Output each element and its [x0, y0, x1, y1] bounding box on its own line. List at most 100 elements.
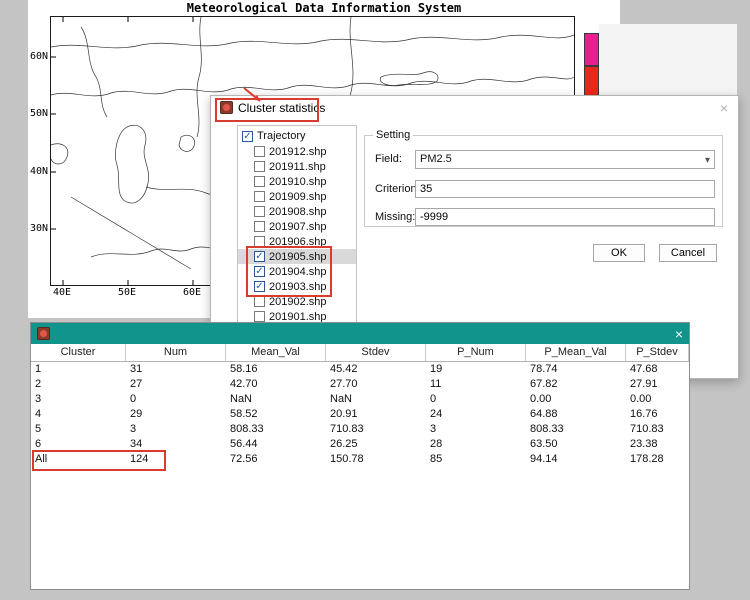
app-icon [220, 101, 233, 114]
ok-button[interactable]: OK [593, 244, 645, 262]
trajectory-root-item[interactable]: ✓ Trajectory [238, 128, 356, 144]
file-checkbox[interactable] [254, 176, 265, 187]
table-cell: 47.68 [626, 362, 689, 377]
table-row[interactable]: 42958.5220.912464.8816.76 [31, 407, 689, 422]
column-header[interactable]: P_Stdev [626, 344, 689, 361]
file-checkbox[interactable] [254, 311, 265, 322]
close-icon[interactable]: × [720, 100, 728, 116]
table-cell: 29 [126, 407, 226, 422]
table-cell: All [31, 452, 126, 467]
colorbar-legend: 5142 [584, 33, 599, 99]
table-cell: 63.50 [526, 437, 626, 452]
table-cell: NaN [326, 392, 426, 407]
table-cell: 67.82 [526, 377, 626, 392]
table-row[interactable]: 30NaNNaN00.000.00 [31, 392, 689, 407]
file-name: 201911.shp [269, 161, 326, 173]
file-checkbox[interactable] [254, 191, 265, 202]
table-cell: 20.91 [326, 407, 426, 422]
statistics-table-window: × ClusterNumMean_ValStdevP_NumP_Mean_Val… [30, 322, 690, 590]
table-row[interactable]: 53808.33710.833808.33710.83 [31, 422, 689, 437]
missing-label: Missing: [375, 211, 415, 223]
file-name: 201903.shp [269, 281, 327, 293]
file-item[interactable]: ✓201904.shp [238, 264, 356, 279]
x-axis-label: 50E [117, 287, 137, 298]
table-cell: 3 [126, 422, 226, 437]
file-name: 201907.shp [269, 221, 327, 233]
table-header-row: ClusterNumMean_ValStdevP_NumP_Mean_ValP_… [31, 344, 689, 362]
file-checkbox[interactable] [254, 161, 265, 172]
field-value: PM2.5 [420, 153, 452, 165]
column-header[interactable]: Cluster [31, 344, 126, 361]
table-cell: 0 [426, 392, 526, 407]
column-header[interactable]: Mean_Val [226, 344, 326, 361]
column-header[interactable]: Num [126, 344, 226, 361]
y-axis-label: 60N [28, 51, 48, 62]
table-cell: 6 [31, 437, 126, 452]
field-dropdown[interactable]: PM2.5 ▾ [415, 150, 715, 169]
annotation-arrow [241, 86, 267, 106]
file-checkbox[interactable] [254, 236, 265, 247]
x-axis-label: 60E [182, 287, 202, 298]
table-cell: 28 [426, 437, 526, 452]
table-row[interactable]: 63456.4426.252863.5023.38 [31, 437, 689, 452]
column-header[interactable]: Stdev [326, 344, 426, 361]
file-item[interactable]: 201908.shp [238, 204, 356, 219]
file-item[interactable]: ✓ 201903.shp [238, 279, 356, 294]
table-body: 13158.1645.421978.7447.6822742.7027.7011… [31, 362, 689, 467]
table-cell: 45.42 [326, 362, 426, 377]
file-item[interactable]: 201911.shp [238, 159, 356, 174]
table-cell: 72.56 [226, 452, 326, 467]
table-cell: 42.70 [226, 377, 326, 392]
file-checkbox[interactable] [254, 221, 265, 232]
file-checkbox[interactable] [254, 206, 265, 217]
cancel-button[interactable]: Cancel [659, 244, 717, 262]
table-cell: 26.25 [326, 437, 426, 452]
file-item[interactable]: 201909.shp [238, 189, 356, 204]
table-cell: 3 [426, 422, 526, 437]
table-cell: 0.00 [526, 392, 626, 407]
file-checkbox[interactable]: ✓ [254, 281, 265, 292]
table-cell: NaN [226, 392, 326, 407]
trajectory-label: Trajectory [257, 130, 306, 142]
column-header[interactable]: P_Mean_Val [526, 344, 626, 361]
dialog-titlebar[interactable]: Cluster statistics × [211, 96, 738, 120]
table-cell: 124 [126, 452, 226, 467]
trajectory-checkbox[interactable]: ✓ [242, 131, 253, 142]
table-cell: 24 [426, 407, 526, 422]
table-cell: 3 [31, 392, 126, 407]
file-list: 201912.shp 201911.shp201910.shp 201909.shp… [238, 144, 356, 324]
table-cell: 2 [31, 377, 126, 392]
file-item[interactable]: ✓201905.shp [238, 249, 356, 264]
table-row[interactable]: All12472.56150.788594.14178.28 [31, 452, 689, 467]
table-cell: 0.00 [626, 392, 689, 407]
column-header[interactable]: P_Num [426, 344, 526, 361]
file-checkbox[interactable] [254, 146, 265, 157]
table-cell: 78.74 [526, 362, 626, 377]
file-checkbox[interactable]: ✓ [254, 266, 265, 277]
table-cell: 31 [126, 362, 226, 377]
file-item[interactable]: 201912.shp [238, 144, 356, 159]
missing-input[interactable] [415, 208, 715, 226]
table-titlebar[interactable]: × [31, 323, 689, 344]
table-cell: 56.44 [226, 437, 326, 452]
table-cell: 27.70 [326, 377, 426, 392]
table-cell: 808.33 [526, 422, 626, 437]
table-cell: 64.88 [526, 407, 626, 422]
table-row[interactable]: 13158.1645.421978.7447.68 [31, 362, 689, 377]
file-item[interactable]: 201907.shp [238, 219, 356, 234]
table-cell: 1 [31, 362, 126, 377]
file-item[interactable]: 201906.shp [238, 234, 356, 249]
file-checkbox[interactable]: ✓ [254, 251, 265, 262]
table-cell: 178.28 [626, 452, 689, 467]
criterion-input[interactable] [415, 180, 715, 198]
table-cell: 94.14 [526, 452, 626, 467]
file-item[interactable]: 201910.shp [238, 174, 356, 189]
table-cell: 710.83 [626, 422, 689, 437]
close-icon[interactable]: × [675, 327, 683, 341]
statistics-table: ClusterNumMean_ValStdevP_NumP_Mean_ValP_… [31, 344, 689, 589]
file-name: 201909.shp [269, 191, 327, 203]
criterion-label: Criterion: [375, 183, 420, 195]
file-checkbox[interactable] [254, 296, 265, 307]
file-item[interactable]: 201902.shp [238, 294, 356, 309]
table-row[interactable]: 22742.7027.701167.8227.91 [31, 377, 689, 392]
